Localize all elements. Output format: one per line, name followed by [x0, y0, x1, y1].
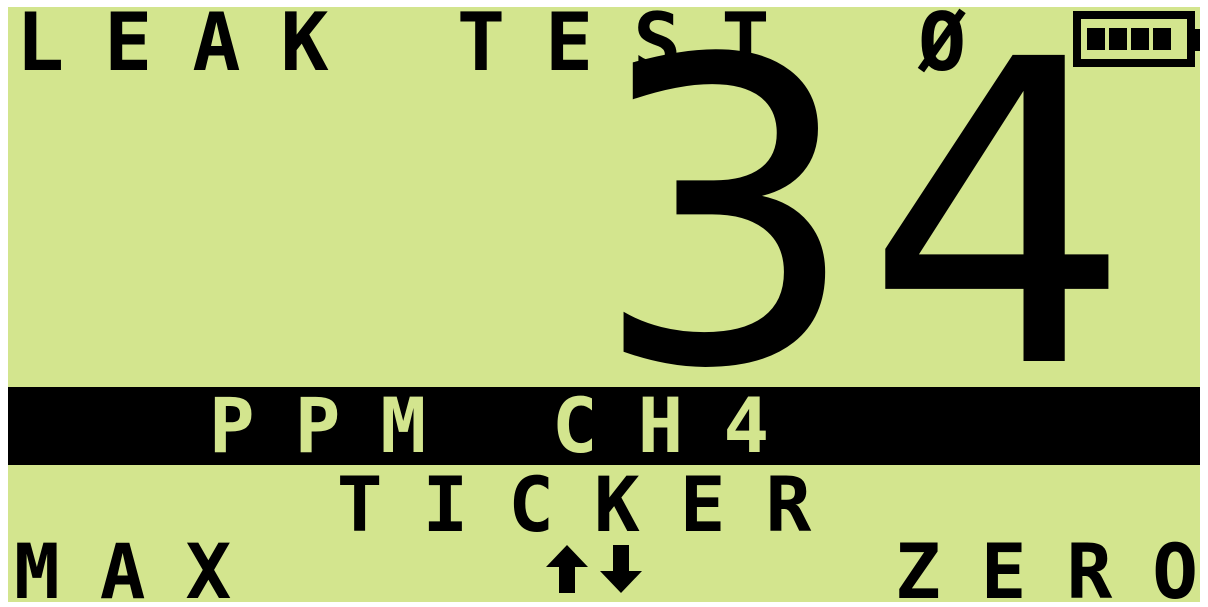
unit-bar: PPM CH4: [8, 387, 1200, 465]
zero-softkey[interactable]: ZERO: [895, 534, 1200, 603]
lcd-screen: LEAK TEST Ø 34 PPM CH4 TICKER MAX ZERO: [8, 7, 1200, 602]
battery-cell: [1153, 28, 1171, 50]
gas-reading-value: 34: [591, 7, 1138, 461]
gas-unit-label: PPM CH4: [208, 381, 810, 470]
up-down-arrows-icon[interactable]: [546, 545, 642, 593]
max-softkey[interactable]: MAX: [14, 534, 271, 603]
down-arrow-icon: [600, 545, 642, 593]
battery-terminal: [1194, 29, 1200, 51]
mode-label: TICKER: [336, 460, 852, 549]
up-arrow-icon: [546, 545, 588, 593]
